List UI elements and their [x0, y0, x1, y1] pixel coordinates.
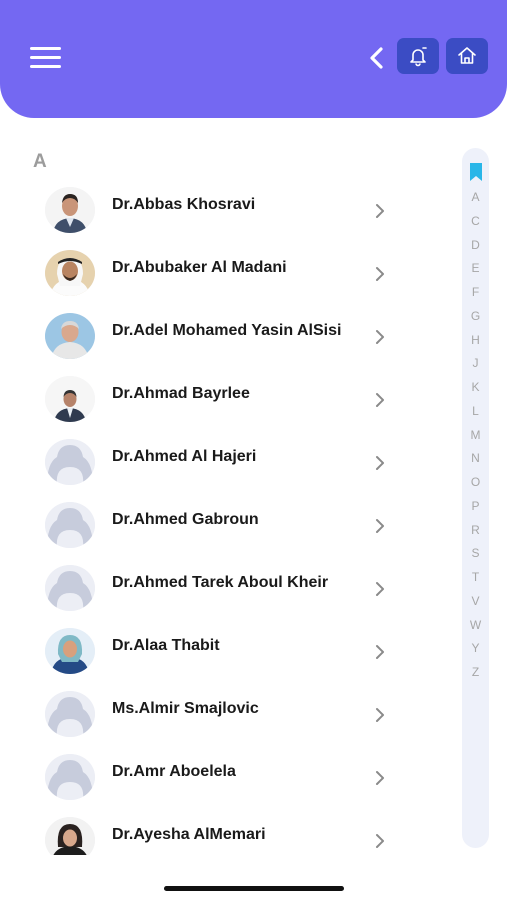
- index-letter[interactable]: T: [462, 566, 489, 590]
- section-header-letter: A: [33, 151, 47, 172]
- doctor-name: Ms.Almir Smajlovic: [112, 700, 259, 717]
- index-letter[interactable]: L: [462, 400, 489, 424]
- home-button[interactable]: [446, 38, 488, 74]
- alphabet-index-bar: ACDEFGHJKLMNOPRSTVWYZ: [462, 148, 489, 848]
- chevron-right-icon: [376, 330, 384, 344]
- doctor-list-item[interactable]: Dr.Ahmad Bayrlee: [0, 367, 440, 430]
- doctor-name: Dr.Alaa Thabit: [112, 637, 220, 654]
- back-button[interactable]: [366, 44, 388, 72]
- index-letter[interactable]: M: [462, 424, 489, 448]
- doctor-avatar-photo: [45, 250, 95, 296]
- home-icon: [458, 47, 476, 64]
- doctor-name: Dr.Abubaker Al Madani: [112, 259, 287, 276]
- bookmark-icon[interactable]: [469, 162, 483, 182]
- doctor-list-item[interactable]: Ms.Almir Smajlovic: [0, 682, 440, 745]
- index-letter[interactable]: E: [462, 257, 489, 281]
- index-letter[interactable]: H: [462, 329, 489, 353]
- chevron-right-icon: [376, 267, 384, 281]
- index-letter[interactable]: D: [462, 234, 489, 258]
- chevron-right-icon: [376, 393, 384, 407]
- chevron-right-icon: [376, 582, 384, 596]
- doctor-list-item[interactable]: Dr.Ahmed Gabroun: [0, 493, 440, 556]
- doctor-name: Dr.Amr Aboelela: [112, 763, 236, 780]
- doctor-list: Dr.Abbas Khosravi Dr.Abubaker Al Madani: [0, 178, 440, 855]
- doctor-name: Dr.Ayesha AlMemari: [112, 826, 266, 843]
- doctor-list-item[interactable]: Dr.Abubaker Al Madani: [0, 241, 440, 304]
- doctor-list-item[interactable]: Dr.Adel Mohamed Yasin AlSisi: [0, 304, 440, 367]
- doctor-avatar-photo: [45, 628, 95, 674]
- bell-icon: [410, 47, 427, 67]
- default-avatar-icon: [45, 502, 95, 548]
- doctor-name: Dr.Abbas Khosravi: [112, 196, 256, 213]
- index-letter[interactable]: J: [462, 352, 489, 376]
- app-header: [0, 0, 507, 118]
- index-letter[interactable]: R: [462, 519, 489, 543]
- doctor-list-item[interactable]: Dr.Ahmed Tarek Aboul Kheir: [0, 556, 440, 619]
- doctor-avatar-photo: [45, 817, 95, 855]
- index-letter[interactable]: S: [462, 542, 489, 566]
- index-letter[interactable]: G: [462, 305, 489, 329]
- index-letter[interactable]: O: [462, 471, 489, 495]
- doctor-name: Dr.Ahmed Al Hajeri: [112, 448, 257, 465]
- chevron-right-icon: [376, 771, 384, 785]
- doctor-avatar-photo: [45, 313, 95, 359]
- doctor-list-item[interactable]: Dr.Ayesha AlMemari: [0, 808, 440, 855]
- doctor-list-item[interactable]: Dr.Amr Aboelela: [0, 745, 440, 808]
- index-letter[interactable]: A: [462, 186, 489, 210]
- index-letter[interactable]: K: [462, 376, 489, 400]
- doctor-list-item[interactable]: Dr.Alaa Thabit: [0, 619, 440, 682]
- default-avatar-icon: [45, 565, 95, 611]
- chevron-right-icon: [376, 456, 384, 470]
- doctor-list-item[interactable]: Dr.Ahmed Al Hajeri: [0, 430, 440, 493]
- doctor-name: Dr.Ahmad Bayrlee: [112, 385, 250, 402]
- notification-button[interactable]: [397, 38, 439, 74]
- chevron-left-icon: [370, 47, 383, 69]
- default-avatar-icon: [45, 439, 95, 485]
- index-letter[interactable]: Y: [462, 637, 489, 661]
- chevron-right-icon: [376, 708, 384, 722]
- index-letters: ACDEFGHJKLMNOPRSTVWYZ: [462, 186, 489, 685]
- index-letter[interactable]: C: [462, 210, 489, 234]
- index-letter[interactable]: V: [462, 590, 489, 614]
- chevron-right-icon: [376, 204, 384, 218]
- doctor-list-item[interactable]: Dr.Abbas Khosravi: [0, 178, 440, 241]
- doctor-avatar-photo: [45, 187, 95, 233]
- hamburger-menu-icon[interactable]: [30, 47, 62, 69]
- chevron-right-icon: [376, 834, 384, 848]
- index-letter[interactable]: N: [462, 447, 489, 471]
- doctor-name: Dr.Ahmed Tarek Aboul Kheir: [112, 574, 329, 591]
- doctor-name: Dr.Adel Mohamed Yasin AlSisi: [112, 322, 342, 339]
- default-avatar-icon: [45, 754, 95, 800]
- chevron-right-icon: [376, 645, 384, 659]
- default-avatar-icon: [45, 691, 95, 737]
- doctor-avatar-photo: [45, 376, 95, 422]
- home-indicator: [164, 886, 344, 891]
- index-letter[interactable]: P: [462, 495, 489, 519]
- index-letter[interactable]: Z: [462, 661, 489, 685]
- index-letter[interactable]: W: [462, 614, 489, 638]
- chevron-right-icon: [376, 519, 384, 533]
- doctor-name: Dr.Ahmed Gabroun: [112, 511, 259, 528]
- index-letter[interactable]: F: [462, 281, 489, 305]
